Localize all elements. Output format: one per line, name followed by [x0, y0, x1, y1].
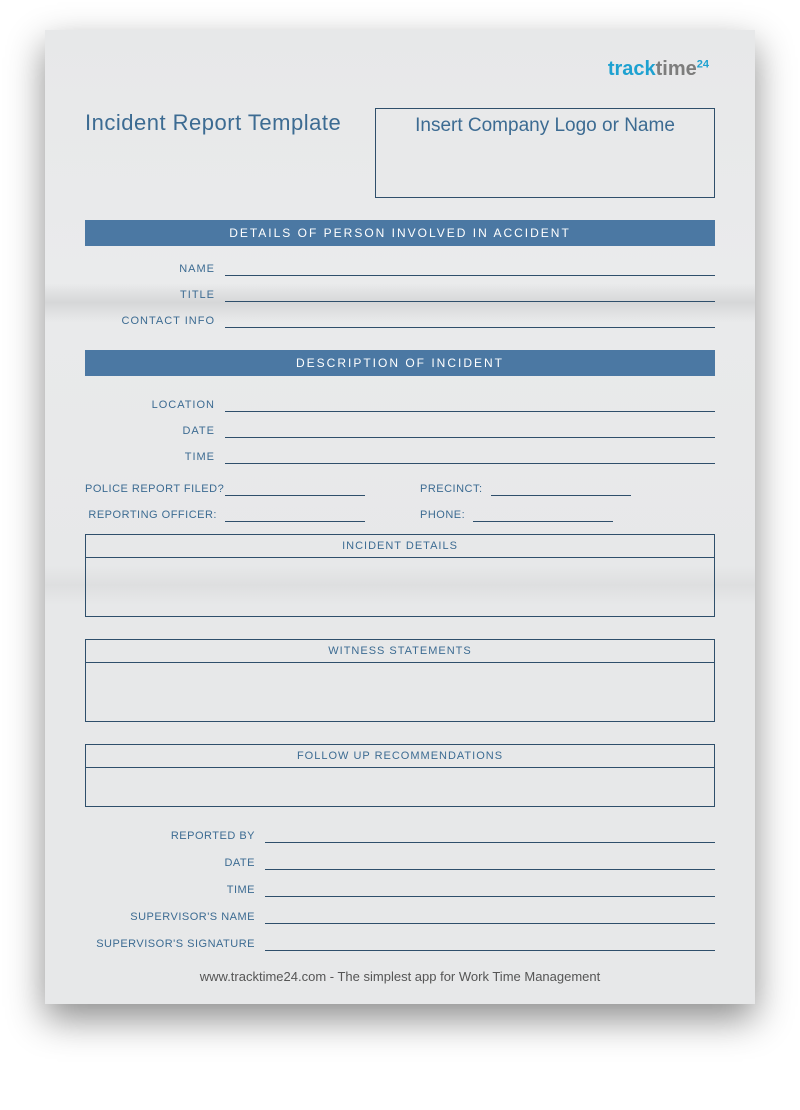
label-time: TIME: [85, 451, 225, 464]
input-footer-time[interactable]: [265, 881, 715, 897]
box-body-details[interactable]: [86, 558, 714, 616]
box-header-followup: FOLLOW UP RECOMMENDATIONS: [86, 745, 714, 768]
input-supervisor-name[interactable]: [265, 908, 715, 924]
field-reported-by: REPORTED BY: [85, 827, 715, 843]
brand-suffix: 24: [697, 58, 709, 70]
input-reported-by[interactable]: [265, 827, 715, 843]
field-precinct: PRECINCT:: [420, 480, 715, 496]
input-title[interactable]: [225, 286, 715, 302]
person-fields: NAME TITLE CONTACT INFO: [85, 260, 715, 328]
field-location: LOCATION: [85, 396, 715, 412]
field-date: DATE: [85, 422, 715, 438]
section-person-heading: DETAILS OF PERSON INVOLVED IN ACCIDENT: [85, 220, 715, 246]
box-header-witness: WITNESS STATEMENTS: [86, 640, 714, 663]
field-police-filed: POLICE REPORT FILED?: [85, 480, 380, 496]
input-name[interactable]: [225, 260, 715, 276]
field-footer-time: TIME: [85, 881, 715, 897]
company-logo-box[interactable]: Insert Company Logo or Name: [375, 108, 715, 198]
field-footer-date: DATE: [85, 854, 715, 870]
label-phone: PHONE:: [420, 509, 473, 522]
field-time: TIME: [85, 448, 715, 464]
document-page: tracktime24 Incident Report Template Ins…: [45, 30, 755, 1004]
document-title: Incident Report Template: [85, 108, 341, 136]
input-time[interactable]: [225, 448, 715, 464]
label-location: LOCATION: [85, 399, 225, 412]
input-date[interactable]: [225, 422, 715, 438]
label-name: NAME: [85, 263, 225, 276]
input-supervisor-sig[interactable]: [265, 935, 715, 951]
box-followup: FOLLOW UP RECOMMENDATIONS: [85, 744, 715, 807]
input-location[interactable]: [225, 396, 715, 412]
input-police-filed[interactable]: [225, 480, 365, 496]
field-name: NAME: [85, 260, 715, 276]
input-contact[interactable]: [225, 312, 715, 328]
label-footer-time: TIME: [85, 884, 265, 897]
box-incident-details: INCIDENT DETAILS: [85, 534, 715, 617]
label-date: DATE: [85, 425, 225, 438]
police-row-1: POLICE REPORT FILED? PRECINCT:: [85, 480, 715, 496]
logo-placeholder-text: Insert Company Logo or Name: [388, 115, 702, 137]
input-precinct[interactable]: [491, 480, 631, 496]
box-witness: WITNESS STATEMENTS: [85, 639, 715, 722]
label-police-filed: POLICE REPORT FILED?: [85, 483, 225, 496]
label-footer-date: DATE: [85, 857, 265, 870]
brand-logo: tracktime24: [608, 58, 709, 81]
input-footer-date[interactable]: [265, 854, 715, 870]
field-title: TITLE: [85, 286, 715, 302]
label-contact: CONTACT INFO: [85, 315, 225, 328]
incident-fields: LOCATION DATE TIME POLICE REPORT FILED? …: [85, 396, 715, 522]
brand-time: time: [656, 58, 697, 80]
label-precinct: PRECINCT:: [420, 483, 491, 496]
input-officer[interactable]: [225, 506, 365, 522]
brand-track: track: [608, 58, 656, 80]
header-row: Incident Report Template Insert Company …: [85, 108, 715, 198]
field-phone: PHONE:: [420, 506, 715, 522]
field-contact: CONTACT INFO: [85, 312, 715, 328]
field-officer: REPORTING OFFICER:: [85, 506, 380, 522]
label-supervisor-sig: SUPERVISOR'S SIGNATURE: [85, 938, 265, 951]
label-officer: REPORTING OFFICER:: [85, 509, 225, 522]
label-supervisor-name: SUPERVISOR'S NAME: [85, 911, 265, 924]
police-row-2: REPORTING OFFICER: PHONE:: [85, 506, 715, 522]
box-body-witness[interactable]: [86, 663, 714, 721]
label-reported-by: REPORTED BY: [85, 830, 265, 843]
input-phone[interactable]: [473, 506, 613, 522]
section-incident-heading: DESCRIPTION OF INCIDENT: [85, 350, 715, 376]
box-body-followup[interactable]: [86, 768, 714, 806]
page-footer: www.tracktime24.com - The simplest app f…: [85, 969, 715, 984]
box-header-details: INCIDENT DETAILS: [86, 535, 714, 558]
label-title: TITLE: [85, 289, 225, 302]
footer-fields: REPORTED BY DATE TIME SUPERVISOR'S NAME …: [85, 827, 715, 951]
field-supervisor-name: SUPERVISOR'S NAME: [85, 908, 715, 924]
field-supervisor-sig: SUPERVISOR'S SIGNATURE: [85, 935, 715, 951]
